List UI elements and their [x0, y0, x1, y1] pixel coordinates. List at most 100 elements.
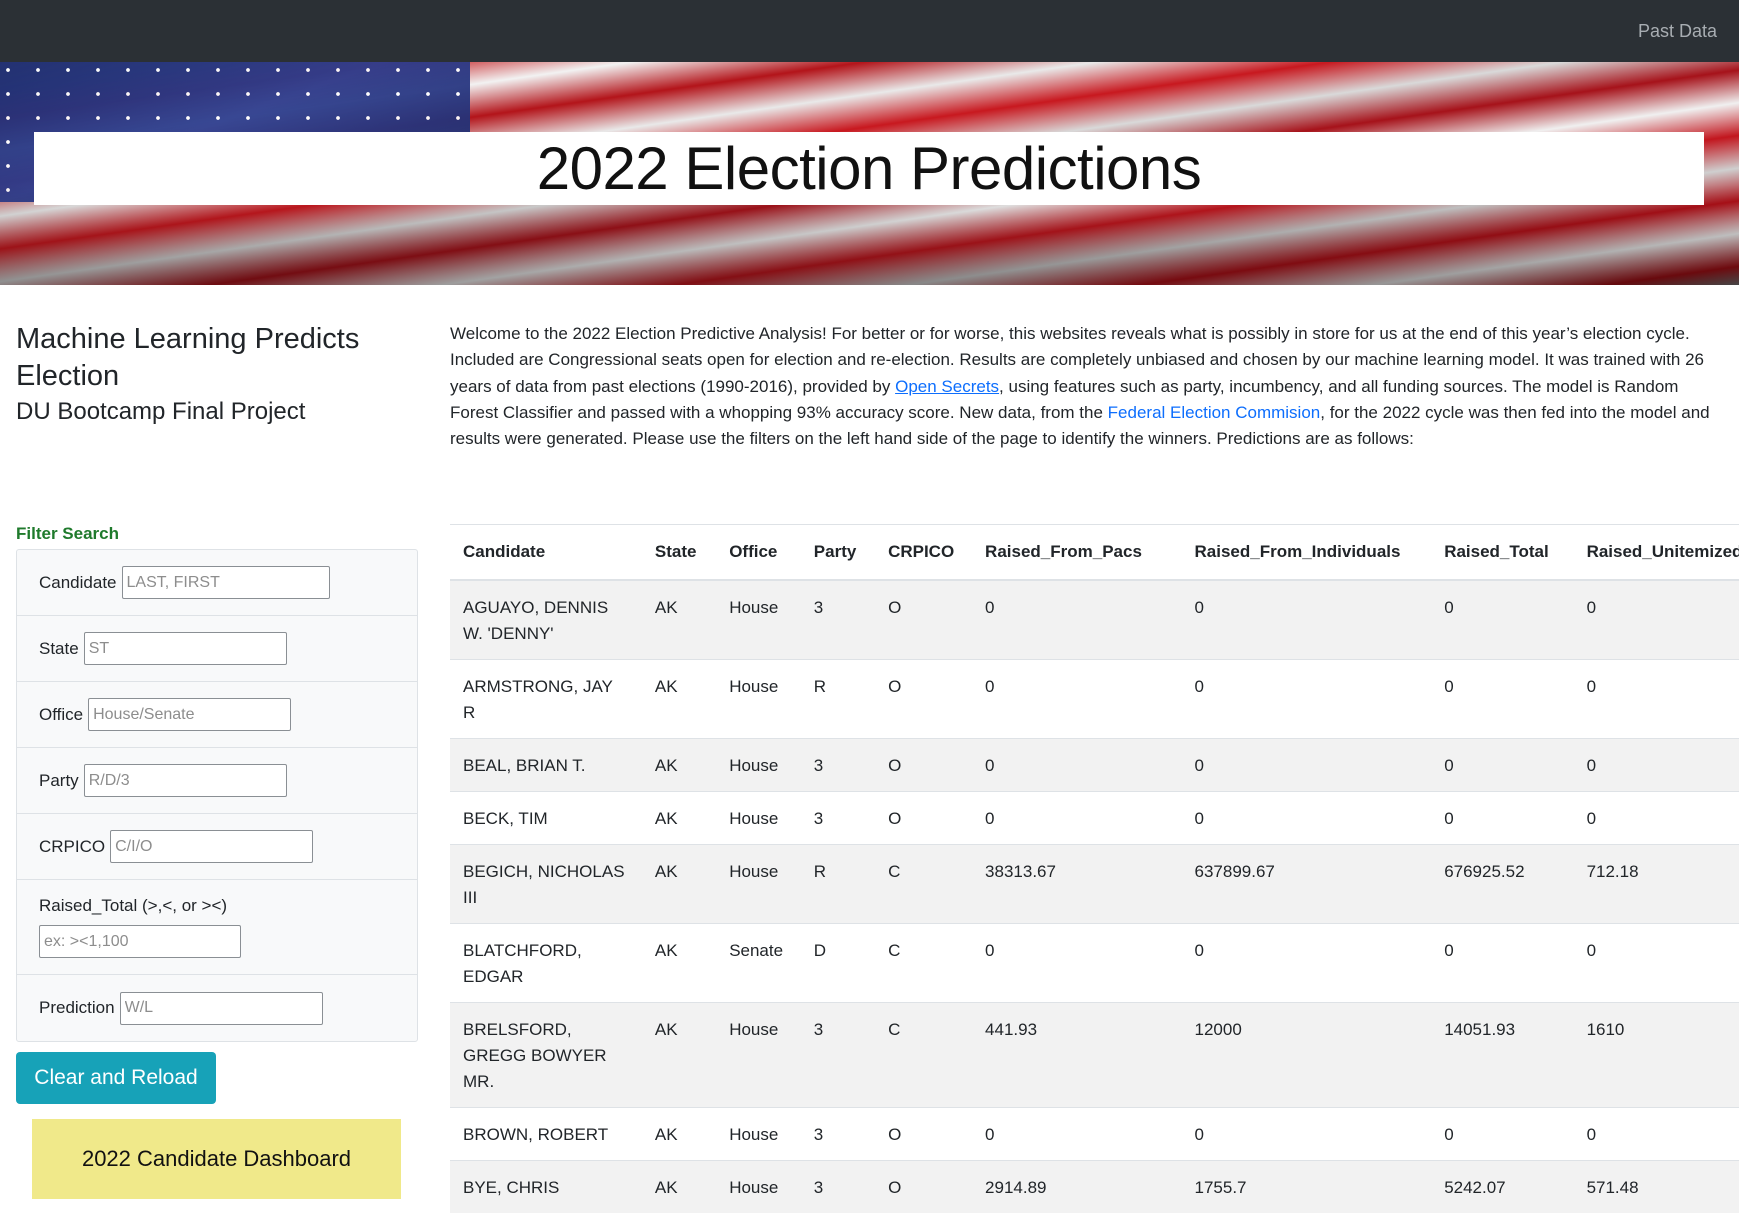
- cell-raised-total: 0: [1431, 1106, 1574, 1160]
- cell-crpico: O: [875, 658, 973, 738]
- cell-raised-from-individuals: 0: [1181, 579, 1432, 659]
- state-label: State: [39, 638, 79, 658]
- cell-raised-unitemized: 712.18: [1573, 843, 1739, 923]
- cell-party: 3: [800, 1001, 876, 1107]
- cell-crpico: C: [875, 922, 973, 1002]
- cell-party: R: [800, 658, 876, 738]
- cell-state: AK: [641, 579, 717, 659]
- cell-crpico: O: [875, 790, 973, 844]
- cell-raised-total: 0: [1431, 658, 1574, 738]
- cell-raised-from-pacs: 0: [972, 579, 1182, 659]
- table-row: BRELSFORD, GREGG BOWYER MR. AK House 3 C…: [450, 1001, 1739, 1107]
- cell-party: D: [800, 922, 876, 1002]
- cell-raised-unitemized: 0: [1573, 658, 1739, 738]
- cell-raised-total: 0: [1431, 922, 1574, 1002]
- cell-candidate: BYE, CHRIS: [450, 1159, 642, 1213]
- cell-party: 3: [800, 579, 876, 659]
- cell-raised-from-pacs: 0: [972, 790, 1182, 844]
- cell-candidate: BEAL, BRIAN T.: [450, 737, 642, 791]
- page-title: 2022 Election Predictions: [536, 135, 1202, 202]
- cell-office: House: [716, 1159, 801, 1213]
- cell-raised-unitemized: 0: [1573, 737, 1739, 791]
- cell-raised-from-pacs: 0: [972, 1106, 1182, 1160]
- cell-raised-from-individuals: 0: [1181, 790, 1432, 844]
- project-subtitle: DU Bootcamp Final Project: [16, 398, 306, 425]
- project-title: Machine Learning Predicts Election: [16, 323, 360, 392]
- header-raised-from-individuals: Raised_From_Individuals: [1181, 524, 1432, 581]
- cell-raised-unitemized: 571.48: [1573, 1159, 1739, 1213]
- cell-office: Senate: [716, 922, 801, 1002]
- cell-office: House: [716, 737, 801, 791]
- filter-row-party: Party: [17, 748, 417, 814]
- cell-office: House: [716, 1001, 801, 1107]
- prediction-input[interactable]: [119, 991, 323, 1025]
- cell-raised-from-individuals: 0: [1181, 658, 1432, 738]
- candidate-input[interactable]: [121, 566, 330, 599]
- cell-crpico: C: [875, 1001, 973, 1107]
- cell-candidate: BECK, TIM: [450, 790, 642, 844]
- cell-raised-from-individuals: 0: [1181, 737, 1432, 791]
- crpico-label: CRPICO: [39, 836, 106, 856]
- filter-row-crpico: CRPICO: [17, 814, 417, 880]
- cell-party: 3: [800, 790, 876, 844]
- cell-raised-total: 5242.07: [1431, 1159, 1574, 1213]
- cell-state: AK: [641, 843, 717, 923]
- nav-link-past-data[interactable]: Past Data: [1638, 21, 1717, 42]
- cell-raised-total: 0: [1431, 790, 1574, 844]
- cell-office: House: [716, 790, 801, 844]
- filter-panel: Candidate State Office Party CRPICO Rais…: [16, 549, 418, 1042]
- open-secrets-link[interactable]: Open Secrets: [895, 377, 999, 396]
- cell-candidate: BLATCHFORD, EDGAR: [450, 922, 642, 1002]
- cell-raised-from-pacs: 0: [972, 658, 1182, 738]
- cell-raised-unitemized: 0: [1573, 1106, 1739, 1160]
- flag-banner: 2022 Election Predictions: [0, 62, 1739, 285]
- project-heading: Machine Learning Predicts Election DU Bo…: [16, 321, 416, 427]
- cell-state: AK: [641, 790, 717, 844]
- crpico-input[interactable]: [110, 830, 314, 863]
- predictions-table: Candidate State Office Party CRPICO Rais…: [450, 524, 1739, 1213]
- header-candidate: Candidate: [450, 524, 642, 581]
- cell-raised-unitemized: 0: [1573, 579, 1739, 659]
- table-row: BROWN, ROBERT AK House 3 O 0 0 0 0: [450, 1106, 1739, 1160]
- cell-raised-unitemized: 1610: [1573, 1001, 1739, 1107]
- office-label: Office: [39, 704, 84, 724]
- filter-row-state: State: [17, 616, 417, 682]
- intro-paragraph: Welcome to the 2022 Election Predictive …: [450, 321, 1730, 452]
- party-input[interactable]: [83, 764, 287, 797]
- fec-link[interactable]: Federal Election Commision: [1108, 403, 1321, 422]
- cell-raised-unitemized: 0: [1573, 922, 1739, 1002]
- candidate-label: Candidate: [39, 572, 117, 592]
- clear-and-reload-button[interactable]: Clear and Reload: [16, 1052, 216, 1104]
- raised-total-input[interactable]: [39, 925, 241, 958]
- table-row: ARMSTRONG, JAY R AK House R O 0 0 0 0: [450, 658, 1739, 738]
- candidate-dashboard-button[interactable]: 2022 Candidate Dashboard: [32, 1119, 401, 1199]
- predictions-table-container[interactable]: Candidate State Office Party CRPICO Rais…: [450, 524, 1739, 1218]
- cell-candidate: AGUAYO, DENNIS W. 'DENNY': [450, 579, 642, 659]
- cell-party: 3: [800, 737, 876, 791]
- cell-office: House: [716, 658, 801, 738]
- cell-crpico: O: [875, 737, 973, 791]
- cell-raised-from-individuals: 637899.67: [1181, 843, 1432, 923]
- cell-party: 3: [800, 1106, 876, 1160]
- cell-state: AK: [641, 922, 717, 1002]
- cell-raised-from-pacs: 0: [972, 737, 1182, 791]
- cell-raised-from-pacs: 2914.89: [972, 1159, 1182, 1213]
- table-row: BEAL, BRIAN T. AK House 3 O 0 0 0 0: [450, 737, 1739, 791]
- filter-row-prediction: Prediction: [17, 975, 417, 1041]
- cell-office: House: [716, 843, 801, 923]
- cell-candidate: BEGICH, NICHOLAS III: [450, 843, 642, 923]
- cell-party: R: [800, 843, 876, 923]
- cell-crpico: O: [875, 1159, 973, 1213]
- main-content: Machine Learning Predicts Election DU Bo…: [0, 285, 1739, 1218]
- table-row: AGUAYO, DENNIS W. 'DENNY' AK House 3 O 0…: [450, 579, 1739, 659]
- office-input[interactable]: [88, 698, 292, 731]
- state-input[interactable]: [83, 632, 287, 665]
- cell-raised-from-pacs: 38313.67: [972, 843, 1182, 923]
- cell-raised-from-individuals: 12000: [1181, 1001, 1432, 1107]
- filter-row-office: Office: [17, 682, 417, 748]
- table-body: AGUAYO, DENNIS W. 'DENNY' AK House 3 O 0…: [450, 579, 1739, 1213]
- cell-raised-from-individuals: 0: [1181, 922, 1432, 1002]
- cell-state: AK: [641, 658, 717, 738]
- cell-raised-from-pacs: 0: [972, 922, 1182, 1002]
- cell-raised-total: 0: [1431, 737, 1574, 791]
